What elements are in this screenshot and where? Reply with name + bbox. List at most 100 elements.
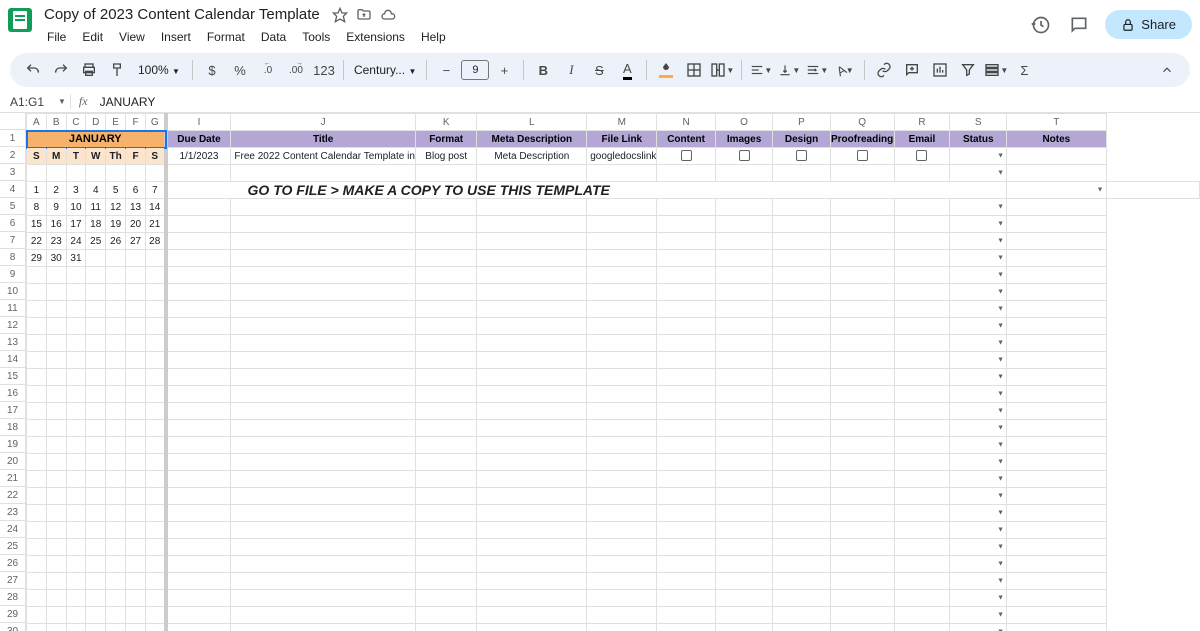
data-cell[interactable] bbox=[477, 607, 587, 624]
data-cell[interactable] bbox=[657, 165, 715, 182]
col-header[interactable]: S bbox=[950, 114, 1007, 131]
data-cell[interactable] bbox=[166, 369, 231, 386]
merge-button[interactable]: ▼ bbox=[709, 57, 735, 83]
data-cell[interactable] bbox=[587, 199, 657, 216]
data-cell[interactable] bbox=[773, 522, 830, 539]
calendar-cell[interactable] bbox=[66, 267, 86, 284]
data-cell[interactable] bbox=[415, 505, 477, 522]
data-cell[interactable] bbox=[1007, 335, 1107, 352]
data-cell[interactable] bbox=[715, 165, 773, 182]
calendar-cell[interactable] bbox=[46, 301, 66, 318]
data-cell[interactable] bbox=[657, 556, 715, 573]
calendar-cell[interactable] bbox=[126, 454, 146, 471]
dropdown-icon[interactable]: ▼ bbox=[997, 408, 1004, 415]
calendar-cell[interactable] bbox=[126, 267, 146, 284]
data-cell[interactable]: ▼ bbox=[950, 233, 1007, 250]
data-cell[interactable] bbox=[231, 403, 415, 420]
data-cell[interactable] bbox=[166, 335, 231, 352]
data-cell[interactable] bbox=[477, 454, 587, 471]
calendar-cell[interactable] bbox=[66, 335, 86, 352]
data-cell[interactable] bbox=[715, 505, 773, 522]
menu-edit[interactable]: Edit bbox=[75, 27, 110, 47]
row-header[interactable]: 10 bbox=[0, 283, 25, 300]
data-cell[interactable] bbox=[166, 471, 231, 488]
calendar-cell[interactable] bbox=[106, 556, 126, 573]
data-cell[interactable] bbox=[1007, 148, 1107, 165]
data-cell[interactable] bbox=[231, 590, 415, 607]
calendar-cell[interactable] bbox=[27, 335, 47, 352]
data-cell[interactable] bbox=[773, 607, 830, 624]
calendar-cell[interactable]: 20 bbox=[126, 216, 146, 233]
row-header[interactable]: 6 bbox=[0, 215, 25, 232]
data-cell[interactable] bbox=[477, 216, 587, 233]
data-cell[interactable]: googledocslink bbox=[587, 148, 657, 165]
data-cell[interactable]: ▼ bbox=[950, 420, 1007, 437]
data-cell[interactable] bbox=[1007, 488, 1107, 505]
data-cell[interactable] bbox=[166, 301, 231, 318]
data-cell[interactable]: ▼ bbox=[950, 437, 1007, 454]
data-cell[interactable] bbox=[715, 471, 773, 488]
data-cell[interactable] bbox=[231, 318, 415, 335]
dropdown-icon[interactable]: ▼ bbox=[1097, 187, 1104, 194]
menu-help[interactable]: Help bbox=[414, 27, 453, 47]
calendar-cell[interactable] bbox=[66, 590, 86, 607]
data-cell[interactable] bbox=[415, 437, 477, 454]
calendar-cell[interactable] bbox=[126, 573, 146, 590]
calendar-cell[interactable] bbox=[66, 301, 86, 318]
font-select[interactable]: Century... ▼ bbox=[350, 63, 420, 77]
data-cell[interactable] bbox=[415, 403, 477, 420]
data-cell[interactable]: ▼ bbox=[950, 301, 1007, 318]
calendar-cell[interactable] bbox=[126, 165, 146, 182]
calendar-cell[interactable] bbox=[46, 386, 66, 403]
column-header-cell[interactable]: Status bbox=[950, 131, 1007, 148]
data-cell[interactable] bbox=[587, 539, 657, 556]
data-cell[interactable] bbox=[415, 386, 477, 403]
calendar-cell[interactable] bbox=[66, 556, 86, 573]
calendar-cell[interactable] bbox=[46, 556, 66, 573]
col-header[interactable]: G bbox=[145, 114, 165, 131]
col-header[interactable]: J bbox=[231, 114, 415, 131]
data-cell[interactable] bbox=[587, 505, 657, 522]
calendar-cell[interactable] bbox=[86, 267, 106, 284]
day-header[interactable]: M bbox=[46, 148, 66, 165]
data-cell[interactable] bbox=[894, 590, 950, 607]
calendar-cell[interactable] bbox=[145, 165, 165, 182]
data-cell[interactable] bbox=[415, 454, 477, 471]
checkbox-cell[interactable] bbox=[830, 148, 894, 165]
insert-chart-button[interactable] bbox=[927, 57, 953, 83]
calendar-cell[interactable] bbox=[27, 590, 47, 607]
data-cell[interactable] bbox=[715, 573, 773, 590]
col-header[interactable]: R bbox=[894, 114, 950, 131]
data-cell[interactable] bbox=[894, 352, 950, 369]
row-header[interactable]: 11 bbox=[0, 300, 25, 317]
calendar-cell[interactable] bbox=[86, 352, 106, 369]
data-cell[interactable] bbox=[657, 488, 715, 505]
calendar-cell[interactable]: 7 bbox=[145, 182, 165, 199]
dropdown-icon[interactable]: ▼ bbox=[997, 391, 1004, 398]
calendar-cell[interactable] bbox=[86, 573, 106, 590]
data-cell[interactable]: ▼ bbox=[950, 488, 1007, 505]
data-cell[interactable] bbox=[166, 250, 231, 267]
calendar-cell[interactable]: 13 bbox=[126, 199, 146, 216]
filter-views-button[interactable]: ▼ bbox=[983, 57, 1009, 83]
calendar-cell[interactable]: 5 bbox=[106, 182, 126, 199]
dropdown-icon[interactable]: ▼ bbox=[997, 595, 1004, 602]
row-header[interactable]: 27 bbox=[0, 572, 25, 589]
data-cell[interactable] bbox=[166, 284, 231, 301]
data-cell[interactable] bbox=[587, 488, 657, 505]
checkbox[interactable] bbox=[857, 150, 868, 161]
column-header-cell[interactable]: Email bbox=[894, 131, 950, 148]
data-cell[interactable] bbox=[894, 505, 950, 522]
data-cell[interactable] bbox=[415, 471, 477, 488]
data-cell[interactable]: ▼ bbox=[950, 250, 1007, 267]
calendar-cell[interactable] bbox=[86, 386, 106, 403]
data-cell[interactable] bbox=[894, 556, 950, 573]
data-cell[interactable]: ▼ bbox=[950, 386, 1007, 403]
number-format-button[interactable]: 123 bbox=[311, 57, 337, 83]
calendar-cell[interactable] bbox=[46, 267, 66, 284]
col-header[interactable]: L bbox=[477, 114, 587, 131]
data-cell[interactable] bbox=[894, 233, 950, 250]
data-cell[interactable] bbox=[894, 471, 950, 488]
data-cell[interactable] bbox=[830, 284, 894, 301]
data-cell[interactable]: ▼ bbox=[950, 216, 1007, 233]
